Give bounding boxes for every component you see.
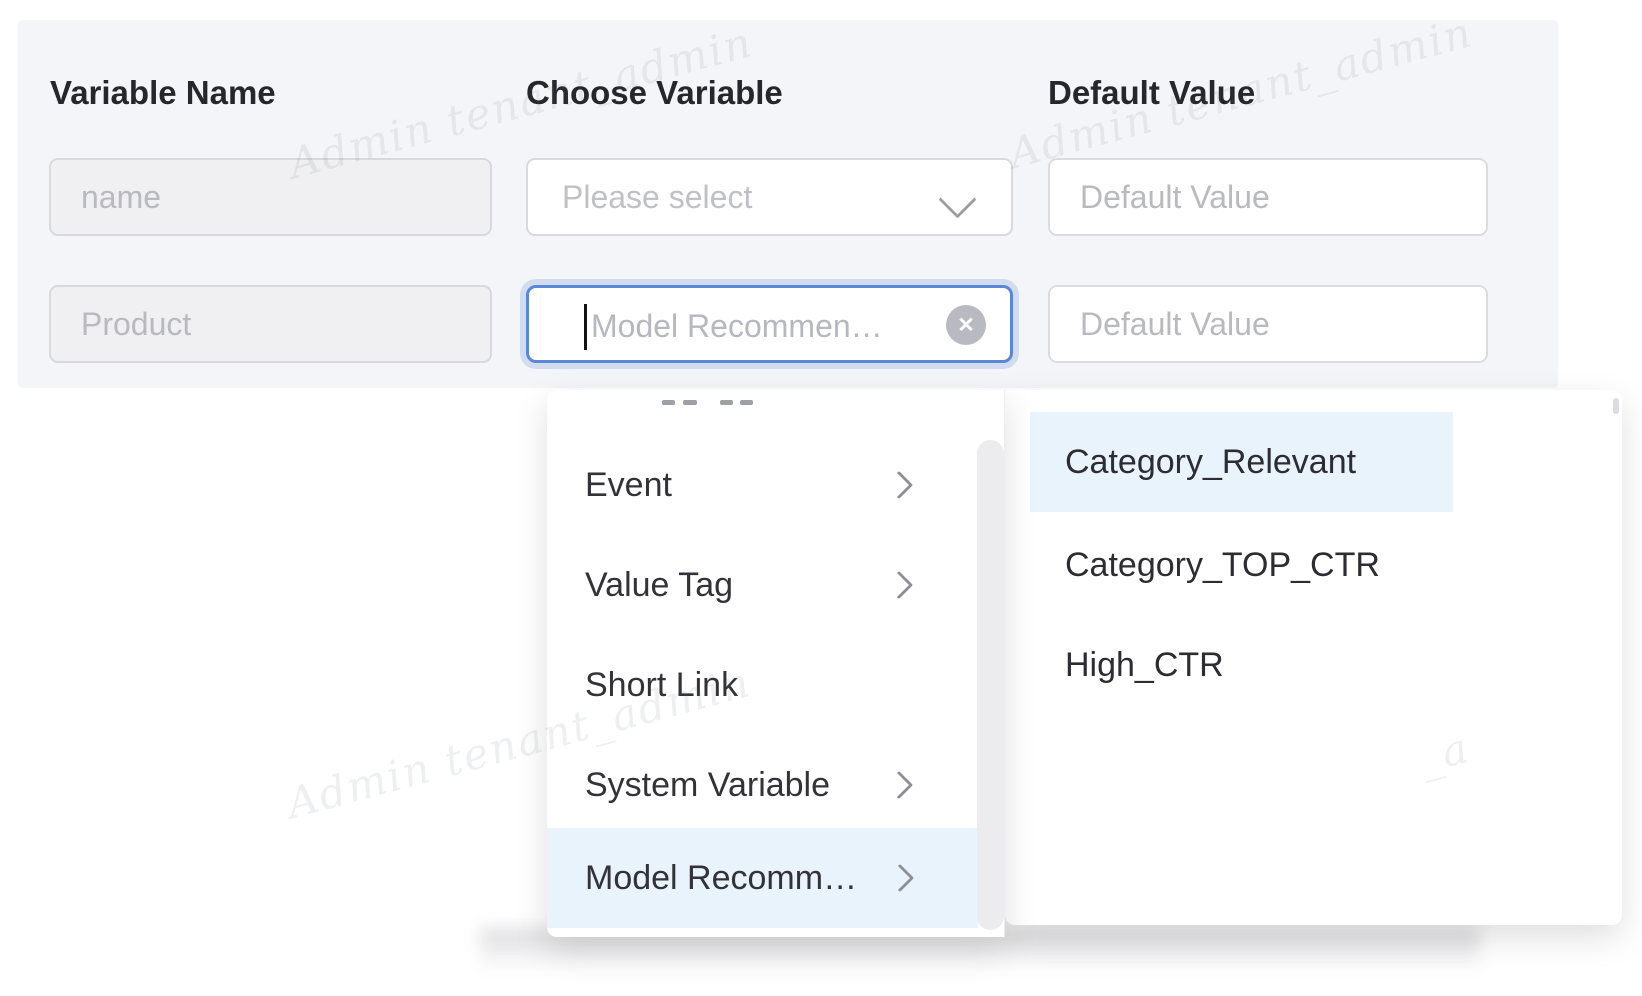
cascader-menu-level2: Category_Relevant Category_TOP_CTR High_… bbox=[1005, 390, 1622, 925]
menu-item-label: Value Tag bbox=[585, 566, 733, 605]
menu-item-label: Short Link bbox=[585, 666, 738, 705]
cascader-menu-level1: Event Value Tag Short Link System Variab… bbox=[547, 390, 1005, 937]
variable-name-input-row2[interactable] bbox=[49, 285, 492, 363]
menu-item-model-recommend-active[interactable]: Model Recomm… bbox=[547, 828, 978, 928]
chevron-right-icon bbox=[885, 471, 913, 499]
default-value-input-row1[interactable] bbox=[1048, 158, 1488, 236]
clipped-menu-item-fragment bbox=[683, 400, 697, 405]
submenu-item-category-relevant[interactable]: Category_Relevant bbox=[1005, 412, 1565, 512]
combobox-search-input[interactable] bbox=[589, 292, 923, 360]
submenu-item-high-ctr[interactable]: High_CTR bbox=[1005, 615, 1565, 715]
menu-item-event[interactable]: Event bbox=[547, 437, 977, 533]
menu-item-value-tag[interactable]: Value Tag bbox=[547, 537, 977, 633]
default-value-input-row2[interactable] bbox=[1048, 285, 1488, 363]
submenu-item-label: Category_TOP_CTR bbox=[1065, 546, 1380, 585]
submenu-item-category-top-ctr[interactable]: Category_TOP_CTR bbox=[1005, 515, 1565, 615]
choose-variable-select-row1[interactable]: Please select bbox=[526, 158, 1013, 236]
clear-icon[interactable]: ✕ bbox=[946, 305, 986, 345]
text-cursor bbox=[584, 304, 587, 350]
menu-item-short-link[interactable]: Short Link bbox=[547, 637, 977, 733]
submenu-item-label: Category_Relevant bbox=[1065, 443, 1356, 482]
chevron-right-icon bbox=[885, 771, 913, 799]
page: Variable Name Choose Variable Default Va… bbox=[0, 0, 1642, 996]
submenu-scrollbar-thumb[interactable] bbox=[1613, 398, 1619, 414]
menu-item-label: System Variable bbox=[585, 766, 830, 805]
menu-item-label: Event bbox=[585, 466, 672, 505]
column-label-default-value: Default Value bbox=[1048, 74, 1255, 112]
clipped-menu-item-fragment bbox=[740, 400, 753, 405]
menu-item-label: Model Recomm… bbox=[585, 859, 857, 898]
clipped-menu-item-fragment bbox=[662, 400, 675, 405]
chevron-down-icon bbox=[938, 180, 976, 218]
column-label-choose-variable: Choose Variable bbox=[526, 74, 783, 112]
column-label-variable-name: Variable Name bbox=[50, 74, 276, 112]
chevron-right-icon bbox=[886, 864, 914, 892]
submenu-item-label: High_CTR bbox=[1065, 646, 1224, 685]
dropdown-scrollbar-thumb[interactable] bbox=[977, 440, 1004, 930]
clipped-menu-item-fragment bbox=[720, 400, 733, 405]
variable-name-input-row1[interactable] bbox=[49, 158, 492, 236]
choose-variable-combobox-row2-focused[interactable]: ✕ bbox=[526, 285, 1013, 363]
chevron-right-icon bbox=[885, 571, 913, 599]
select-placeholder: Please select bbox=[562, 179, 752, 216]
menu-item-system-variable[interactable]: System Variable bbox=[547, 737, 977, 833]
